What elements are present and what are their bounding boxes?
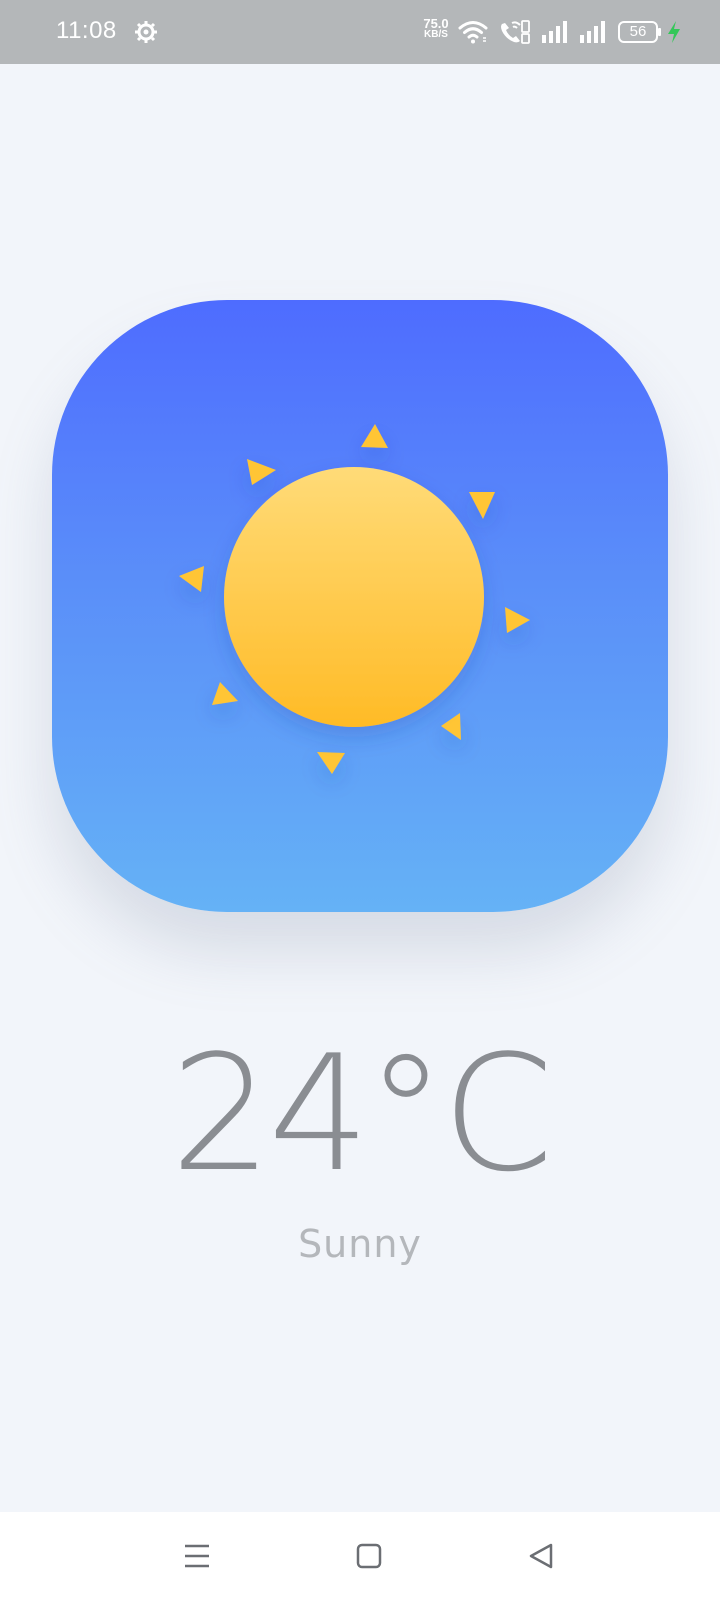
weather-card <box>52 300 668 912</box>
status-time: 11:08 <box>56 17 117 44</box>
battery-level: 56 <box>629 23 647 40</box>
charging-bolt-icon <box>668 21 680 43</box>
status-bar: 11:08 75.0 KB/S 56 <box>0 0 720 64</box>
menu-button[interactable] <box>173 1532 221 1580</box>
sun-icon <box>179 424 530 774</box>
network-speed: 75.0 KB/S <box>418 16 454 40</box>
signal-icon <box>542 21 567 43</box>
home-button[interactable] <box>345 1532 393 1580</box>
navigation-bar <box>0 1512 720 1600</box>
temperature-reading: 24°C <box>170 1020 553 1207</box>
battery-icon: 56 <box>618 21 661 43</box>
menu-icon <box>185 1544 209 1568</box>
home-icon <box>356 1543 382 1569</box>
network-speed-value: 75.0 <box>423 16 449 31</box>
wifi-icon <box>458 21 488 44</box>
signal-icon <box>580 21 605 43</box>
settings-gear-icon <box>135 21 157 43</box>
volte-call-icon <box>501 20 530 44</box>
back-button[interactable] <box>517 1532 565 1580</box>
back-icon <box>529 1543 553 1569</box>
weather-condition: Sunny <box>298 1222 422 1266</box>
